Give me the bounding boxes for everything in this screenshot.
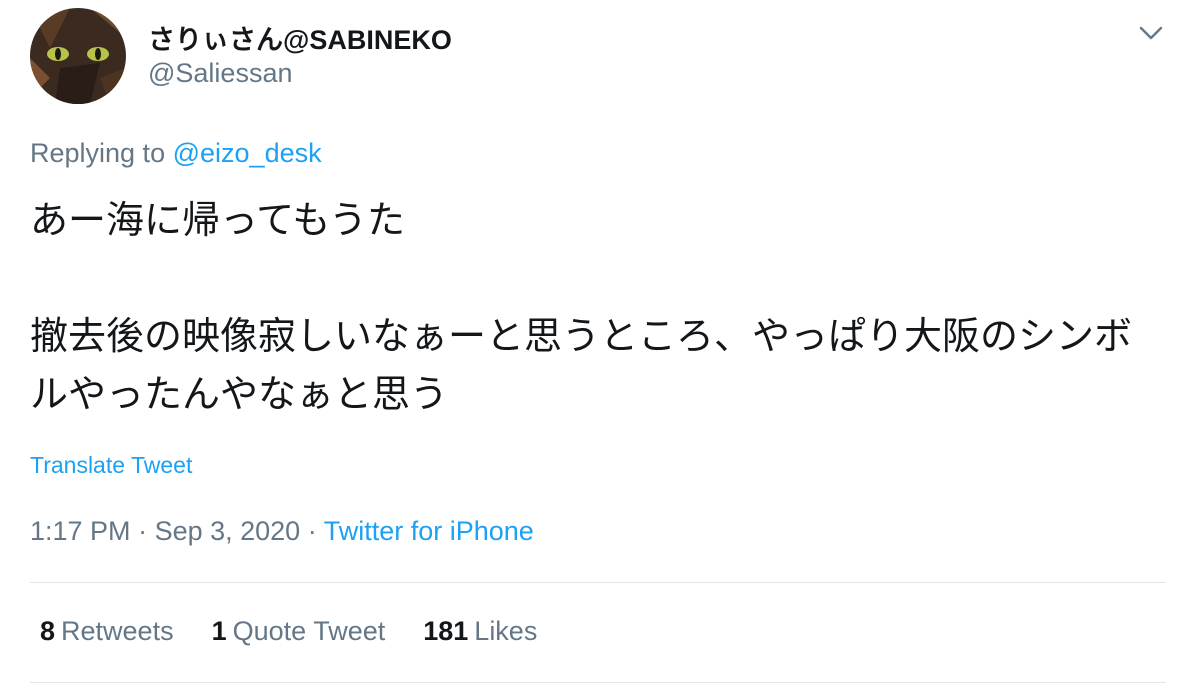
divider <box>30 682 1166 683</box>
meta-separator: · <box>130 516 155 546</box>
tweet-date[interactable]: Sep 3, 2020 <box>155 516 301 546</box>
retweets-count: 8 <box>40 616 56 646</box>
divider <box>30 582 1166 583</box>
likes-count: 181 <box>423 616 469 646</box>
tweet-paragraph: 撤去後の映像寂しいなぁーと思うところ、やっぱり大阪のシンボルやったんやなぁと思う <box>30 316 1133 416</box>
retweets-label: Retweets <box>61 616 174 646</box>
replying-to-label: Replying to <box>30 138 166 168</box>
reply-mention-link[interactable]: @eizo_desk <box>173 138 322 168</box>
avatar[interactable] <box>30 8 126 104</box>
retweets-stat[interactable]: 8 Retweets <box>40 616 174 647</box>
quote-tweets-stat[interactable]: 1 Quote Tweet <box>212 616 386 647</box>
meta-separator: · <box>300 516 324 546</box>
quote-tweets-count: 1 <box>211 616 227 646</box>
tweet-stats: 8 Retweets 1 Quote Tweet 181 Likes <box>40 616 575 647</box>
likes-stat[interactable]: 181 Likes <box>423 616 537 647</box>
quote-tweets-label: Quote Tweet <box>232 616 386 646</box>
translate-tweet-link[interactable]: Translate Tweet <box>30 452 192 479</box>
replying-to: Replying to @eizo_desk <box>30 138 322 169</box>
tweet-source-link[interactable]: Twitter for iPhone <box>324 516 534 546</box>
tweet-time[interactable]: 1:17 PM <box>30 516 131 546</box>
tweet-paragraph: あー海に帰ってもうた <box>30 200 406 242</box>
chevron-down-icon[interactable] <box>1136 22 1166 44</box>
tweet-meta: 1:17 PM · Sep 3, 2020 · Twitter for iPho… <box>30 516 534 547</box>
user-handle[interactable]: @Saliessan <box>148 58 292 89</box>
tweet-text: あー海に帰ってもうた 撤去後の映像寂しいなぁーと思うところ、やっぱり大阪のシンボ… <box>30 192 1150 424</box>
display-name[interactable]: さりぃさん@SABINEKO <box>148 18 452 57</box>
likes-label: Likes <box>474 616 538 646</box>
